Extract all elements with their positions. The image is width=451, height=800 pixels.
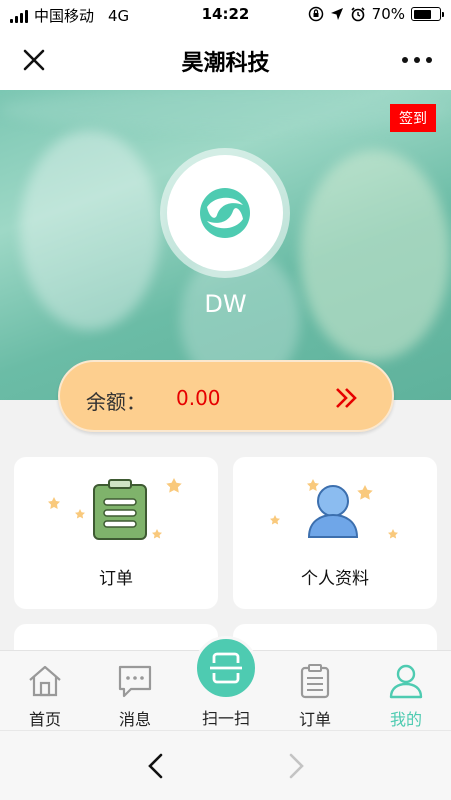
avatar[interactable] xyxy=(167,155,283,271)
tab-orders-label: 订单 xyxy=(298,710,331,729)
tab-messages-label: 消息 xyxy=(118,710,151,729)
page-title: 昊潮科技 xyxy=(181,51,270,76)
balance-value: 0.00 xyxy=(176,386,221,410)
battery-icon xyxy=(411,7,444,21)
nav-bar: 昊潮科技 xyxy=(0,30,451,90)
location-icon xyxy=(330,8,343,20)
back-arrow-icon[interactable] xyxy=(142,751,170,781)
status-bar: 中国移动 4G 14:22 70% xyxy=(0,0,451,30)
tab-profile-label: 我的 xyxy=(389,710,422,729)
username: DW xyxy=(204,290,247,318)
double-chevron-right-icon xyxy=(336,388,357,408)
battery-percent: 70% xyxy=(371,5,405,23)
profile-icon xyxy=(389,664,423,699)
more-icon[interactable] xyxy=(399,50,435,70)
message-icon xyxy=(118,665,152,698)
checkin-button[interactable]: 签到 xyxy=(390,104,436,132)
order-card-label: 订单 xyxy=(99,569,133,589)
profile-header: 签到 DW xyxy=(0,90,451,400)
profile-card-label: 个人资料 xyxy=(301,569,369,589)
scan-icon xyxy=(210,652,242,684)
alarm-icon xyxy=(351,7,365,22)
status-right: 70% xyxy=(308,5,444,23)
browser-toolbar xyxy=(0,730,451,800)
clipboard-icon xyxy=(48,478,182,540)
user-icon xyxy=(270,479,398,539)
tab-scan[interactable] xyxy=(194,636,258,700)
home-icon xyxy=(29,665,61,697)
tab-messages[interactable]: 消息 xyxy=(90,651,180,731)
tab-home[interactable]: 首页 xyxy=(0,651,90,731)
tab-home-label: 首页 xyxy=(28,710,61,729)
order-card[interactable]: 订单 xyxy=(14,457,218,609)
balance-label: 余额： xyxy=(86,390,146,414)
order-icon xyxy=(300,664,330,699)
rotation-lock-icon xyxy=(308,6,323,22)
tab-scan-label[interactable]: 扫一扫 xyxy=(180,705,272,729)
balance-bar[interactable]: 余额： 0.00 xyxy=(58,360,394,432)
forward-arrow-icon[interactable] xyxy=(282,751,310,781)
tab-profile[interactable]: 我的 xyxy=(361,651,451,731)
brand-logo-icon xyxy=(200,188,250,238)
tab-orders[interactable]: 订单 xyxy=(270,651,360,731)
profile-card[interactable]: 个人资料 xyxy=(233,457,437,609)
